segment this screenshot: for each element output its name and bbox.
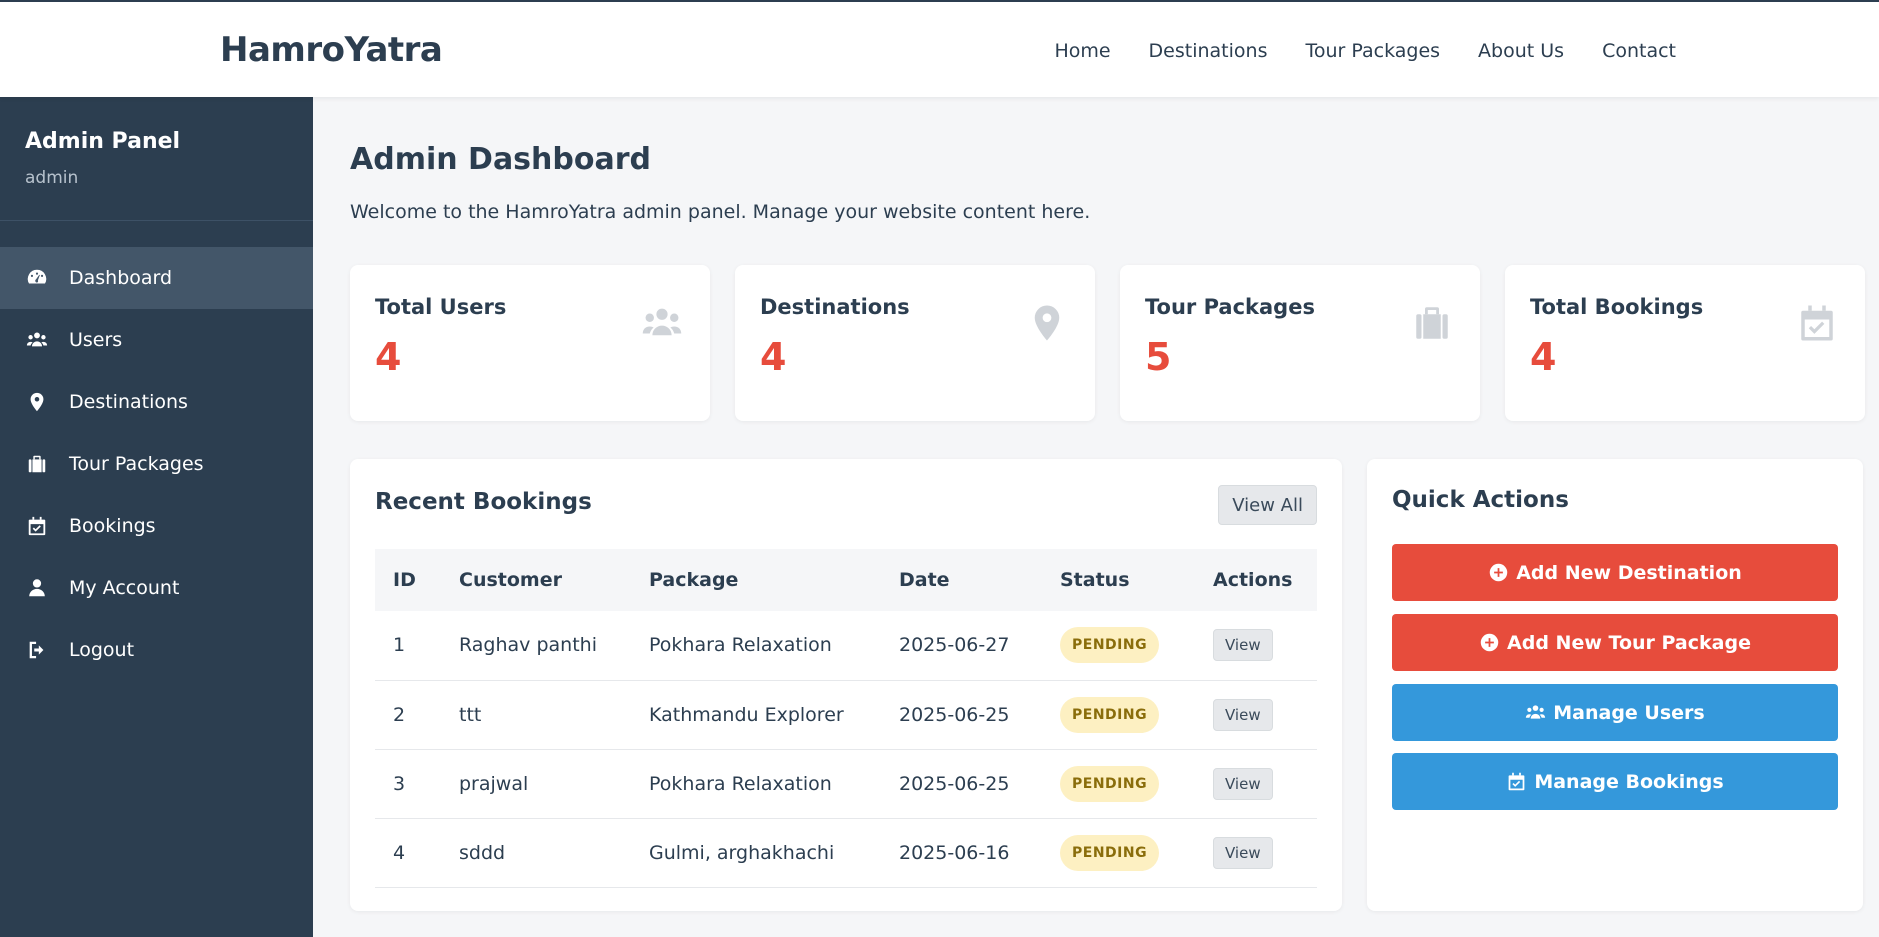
table-row: 1 Raghav panthi Pokhara Relaxation 2025-…	[375, 611, 1317, 681]
button-label: Manage Bookings	[1534, 770, 1724, 793]
sidebar-item-label: My Account	[69, 577, 180, 599]
column-header-date: Date	[899, 569, 950, 591]
status-badge: PENDING	[1060, 627, 1160, 664]
view-booking-button[interactable]: View	[1213, 629, 1273, 662]
users-icon	[638, 301, 686, 345]
sidebar-item-dashboard[interactable]: Dashboard	[0, 247, 313, 309]
cell-id: 2	[375, 680, 441, 750]
logout-icon	[25, 638, 49, 662]
column-header-status: Status	[1060, 569, 1130, 591]
cell-package: Kathmandu Explorer	[631, 680, 881, 750]
cell-customer: prajwal	[441, 749, 631, 819]
cell-id: 4	[375, 818, 441, 888]
button-label: Manage Users	[1553, 701, 1705, 724]
cell-date: 2025-06-25	[881, 680, 1042, 750]
view-booking-button[interactable]: View	[1213, 836, 1273, 869]
cell-id: 1	[375, 611, 441, 681]
brand-logo[interactable]: HamroYatra	[220, 30, 443, 70]
calendar-check-icon	[1793, 301, 1841, 345]
page-subtitle: Welcome to the HamroYatra admin panel. M…	[350, 201, 1091, 223]
admin-sidebar: Admin Panel admin Dashboard Users Destin…	[0, 97, 313, 937]
nav-contact[interactable]: Contact	[1602, 40, 1676, 62]
calendar-check-icon	[1508, 772, 1525, 791]
button-label: Add New Tour Package	[1507, 631, 1751, 654]
add-tour-package-button[interactable]: Add New Tour Package	[1392, 614, 1838, 671]
nav-tour-packages[interactable]: Tour Packages	[1305, 40, 1440, 62]
column-header-customer: Customer	[459, 569, 562, 591]
nav-destinations[interactable]: Destinations	[1149, 40, 1268, 62]
user-icon	[25, 576, 49, 600]
nav-about-us[interactable]: About Us	[1478, 40, 1564, 62]
status-badge: PENDING	[1060, 696, 1160, 733]
sidebar-item-bookings[interactable]: Bookings	[0, 495, 313, 557]
cell-customer: sddd	[441, 818, 631, 888]
sidebar-header: Admin Panel admin	[0, 97, 313, 221]
calendar-check-icon	[25, 514, 49, 538]
button-label: Add New Destination	[1516, 561, 1742, 584]
sidebar-item-label: Dashboard	[69, 267, 173, 289]
stats-row: Total Users 4 Destinations 4 Tour Packag…	[350, 265, 1865, 421]
cell-package: Gulmi, arghakhachi	[631, 818, 881, 888]
suitcase-icon	[25, 452, 49, 476]
sidebar-item-tour-packages[interactable]: Tour Packages	[0, 433, 313, 495]
stat-card-destinations: Destinations 4	[735, 265, 1095, 421]
column-header-actions: Actions	[1213, 569, 1293, 591]
plus-circle-icon	[1480, 633, 1499, 652]
main-content: Admin Dashboard Welcome to the HamroYatr…	[350, 97, 1879, 937]
column-header-id: ID	[393, 569, 416, 591]
sidebar-username: admin	[25, 168, 79, 188]
manage-users-button[interactable]: Manage Users	[1392, 684, 1838, 741]
quick-actions-panel: Quick Actions Add New Destination Add Ne…	[1367, 459, 1863, 911]
cell-date: 2025-06-16	[881, 818, 1042, 888]
cell-date: 2025-06-25	[881, 749, 1042, 819]
plus-circle-icon	[1489, 563, 1508, 582]
nav-home[interactable]: Home	[1054, 40, 1110, 62]
top-navbar: HamroYatra Home Destinations Tour Packag…	[0, 0, 1879, 97]
view-booking-button[interactable]: View	[1213, 767, 1273, 800]
status-badge: PENDING	[1060, 765, 1160, 802]
cell-date: 2025-06-27	[881, 611, 1042, 681]
users-icon	[1526, 705, 1546, 719]
stat-card-tour-packages: Tour Packages 5	[1120, 265, 1480, 421]
sidebar-item-my-account[interactable]: My Account	[0, 557, 313, 619]
table-row: 3 prajwal Pokhara Relaxation 2025-06-25 …	[375, 749, 1317, 819]
cell-package: Pokhara Relaxation	[631, 749, 881, 819]
sidebar-menu: Dashboard Users Destinations Tour Packag…	[0, 247, 313, 681]
table-header-row: ID Customer Package Date Status Actions	[375, 549, 1317, 611]
view-all-button[interactable]: View All	[1218, 485, 1317, 525]
users-icon	[25, 328, 49, 352]
stat-card-total-bookings: Total Bookings 4	[1505, 265, 1865, 421]
sidebar-title: Admin Panel	[25, 129, 181, 154]
recent-bookings-title: Recent Bookings	[375, 489, 592, 515]
table-row: 2 ttt Kathmandu Explorer 2025-06-25 PEND…	[375, 680, 1317, 750]
recent-bookings-panel: Recent Bookings View All ID Customer Pac…	[350, 459, 1342, 911]
sidebar-item-label: Tour Packages	[69, 453, 204, 475]
page-title: Admin Dashboard	[350, 142, 651, 177]
sidebar-item-label: Users	[69, 329, 123, 351]
sidebar-item-label: Logout	[69, 639, 135, 661]
cell-customer: Raghav panthi	[441, 611, 631, 681]
table-row: 4 sddd Gulmi, arghakhachi 2025-06-16 PEN…	[375, 818, 1317, 888]
main-nav: Home Destinations Tour Packages About Us…	[1016, 40, 1676, 62]
status-badge: PENDING	[1060, 834, 1160, 871]
map-pin-icon	[1023, 301, 1071, 345]
stat-card-total-users: Total Users 4	[350, 265, 710, 421]
map-pin-icon	[25, 390, 49, 414]
cell-package: Pokhara Relaxation	[631, 611, 881, 681]
sidebar-item-label: Bookings	[69, 515, 156, 537]
manage-bookings-button[interactable]: Manage Bookings	[1392, 753, 1838, 810]
sidebar-item-label: Destinations	[69, 391, 188, 413]
cell-customer: ttt	[441, 680, 631, 750]
column-header-package: Package	[649, 569, 739, 591]
quick-actions-title: Quick Actions	[1392, 487, 1569, 513]
cell-id: 3	[375, 749, 441, 819]
view-booking-button[interactable]: View	[1213, 698, 1273, 731]
add-destination-button[interactable]: Add New Destination	[1392, 544, 1838, 601]
sidebar-item-users[interactable]: Users	[0, 309, 313, 371]
bookings-table: ID Customer Package Date Status Actions …	[375, 549, 1317, 888]
sidebar-item-logout[interactable]: Logout	[0, 619, 313, 681]
suitcase-icon	[1408, 301, 1456, 345]
dashboard-icon	[25, 266, 49, 290]
sidebar-item-destinations[interactable]: Destinations	[0, 371, 313, 433]
